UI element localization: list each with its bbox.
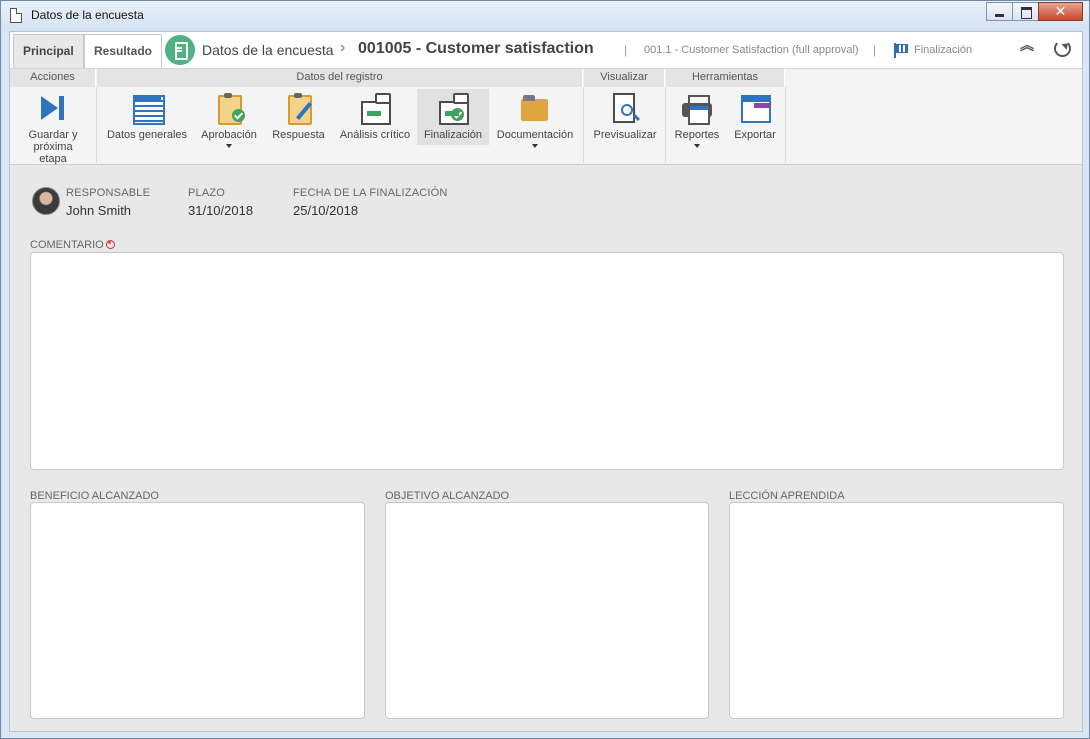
comment-label: COMENTARIO: [30, 239, 115, 251]
tab-principal[interactable]: Principal: [13, 34, 84, 68]
completion-date-label: FECHA DE LA FINALIZACIÓN: [293, 187, 448, 199]
save-next-stage-button[interactable]: Guardar y próxima etapa: [13, 89, 93, 165]
critical-analysis-icon: [359, 93, 391, 125]
approval-icon: [213, 93, 245, 125]
speech-bubble-icon: [453, 93, 469, 104]
deadline-value: 31/10/2018: [188, 203, 254, 218]
check-icon: [451, 108, 464, 121]
next-stage-icon: [37, 93, 69, 123]
speech-bubble-icon: [375, 93, 391, 104]
critical-analysis-button[interactable]: Análisis crítico: [335, 89, 415, 145]
main-content: RESPONSABLE John Smith PLAZO 31/10/2018 …: [10, 165, 1082, 731]
app-window: Datos de la encuesta ✕ Principal Resulta…: [0, 0, 1090, 739]
completion-button[interactable]: Finalización: [417, 89, 489, 145]
group-divider: [583, 87, 584, 163]
client-area: Principal Resultado Datos de la encuesta…: [9, 31, 1083, 732]
close-icon: ✕: [1054, 3, 1067, 19]
tab-resultado[interactable]: Resultado: [84, 34, 163, 68]
form-icon: [131, 93, 165, 125]
lesson-label: LECCIÓN APRENDIDA: [729, 490, 845, 502]
divider: |: [624, 43, 628, 57]
document-icon: [10, 8, 22, 23]
group-herramientas: Herramientas: [666, 69, 785, 87]
record-header: Principal Resultado Datos de la encuesta…: [10, 32, 1082, 69]
export-button[interactable]: Exportar: [728, 89, 782, 145]
lesson-field[interactable]: [729, 502, 1064, 719]
window-controls: ✕: [986, 2, 1083, 21]
benefit-field[interactable]: [30, 502, 365, 719]
group-acciones: Acciones: [10, 69, 96, 87]
preview-icon: [609, 93, 641, 123]
title-bar[interactable]: Datos de la encuesta ✕: [1, 1, 1089, 31]
maximize-button[interactable]: [1012, 2, 1039, 21]
group-divider: [665, 87, 666, 163]
completion-date-value: 25/10/2018: [293, 203, 359, 218]
caret-down-icon: [226, 144, 232, 151]
export-icon: [739, 93, 771, 123]
responsible-label: RESPONSABLE: [66, 187, 151, 199]
caret-down-icon: [532, 144, 538, 151]
answer-icon: [283, 93, 315, 125]
collapse-icon[interactable]: ︽: [1020, 38, 1034, 52]
survey-badge-icon: [165, 35, 195, 65]
check-icon: [232, 109, 245, 122]
responsible-value: John Smith: [66, 203, 132, 218]
required-icon: [105, 239, 115, 249]
caret-down-icon: [694, 144, 700, 151]
group-visualizar: Visualizar: [584, 69, 665, 87]
pen-icon: [295, 102, 312, 120]
ribbon-toolbar: Acciones Datos del registro Visualizar H…: [10, 69, 1082, 165]
magnifier-icon: [621, 104, 633, 116]
breadcrumb: Datos de la encuesta: [202, 42, 334, 58]
checkered-flag-icon: [893, 43, 908, 58]
documentation-icon: [519, 93, 551, 123]
group-datos-registro: Datos del registro: [97, 69, 583, 87]
objective-label: OBJETIVO ALCANZADO: [385, 490, 510, 502]
answer-button[interactable]: Respuesta: [267, 89, 330, 145]
reports-button[interactable]: Reportes: [669, 89, 725, 148]
objective-field[interactable]: [385, 502, 709, 719]
group-divider: [96, 87, 97, 163]
deadline-label: PLAZO: [188, 187, 226, 199]
completion-icon: [437, 93, 469, 125]
benefit-label: BENEFICIO ALCANZADO: [30, 490, 159, 502]
window-title: Datos de la encuesta: [31, 8, 144, 22]
group-divider: [785, 87, 786, 163]
avatar: [32, 187, 60, 215]
survey-name: 001.1 - Customer Satisfaction (full appr…: [644, 44, 859, 56]
documentation-button[interactable]: Documentación: [493, 89, 577, 148]
approval-button[interactable]: Aprobación: [197, 89, 261, 148]
page-title: 001005 - Customer satisfaction: [358, 40, 594, 57]
printer-icon: [681, 93, 713, 125]
close-button[interactable]: ✕: [1038, 2, 1083, 21]
comment-field[interactable]: [30, 252, 1064, 470]
refresh-icon[interactable]: [1054, 40, 1071, 57]
general-data-button[interactable]: Datos generales: [102, 89, 192, 145]
preview-button[interactable]: Previsualizar: [589, 89, 661, 145]
minimize-button[interactable]: [986, 2, 1013, 21]
chevron-right-icon: ›: [340, 39, 346, 56]
divider: |: [873, 43, 877, 57]
stage-label: Finalización: [914, 44, 973, 56]
